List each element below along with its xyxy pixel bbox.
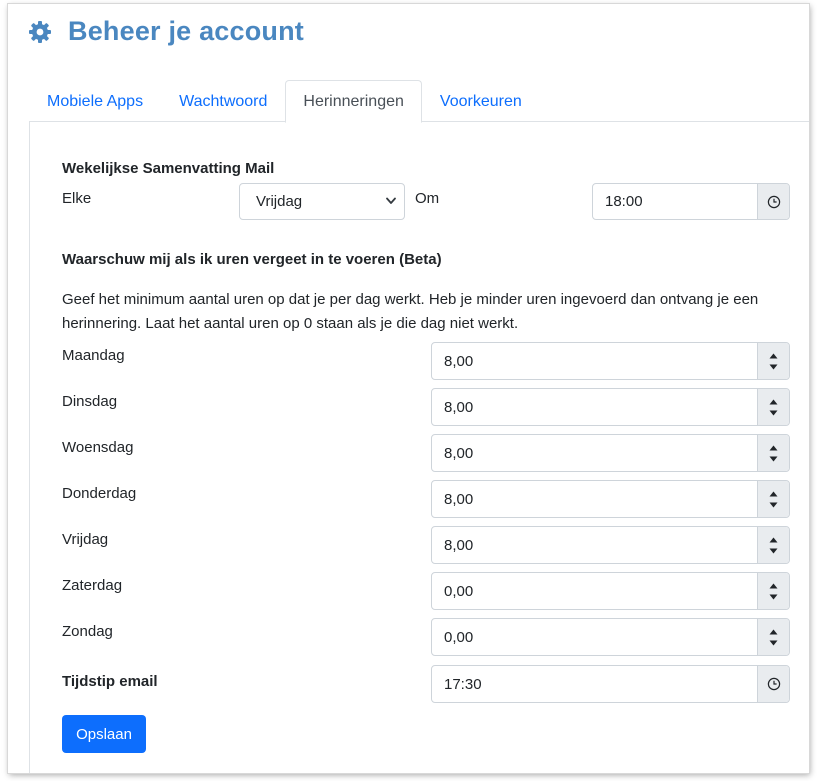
spin-down-icon xyxy=(769,640,778,645)
hours-input-zaterdag[interactable]: 0,00 xyxy=(431,572,790,610)
spin-up-icon xyxy=(769,399,778,404)
spinner-arrows-icon[interactable] xyxy=(757,573,789,609)
tab-wachtwoord[interactable]: Wachtwoord xyxy=(161,80,285,122)
tab-mobiele-apps[interactable]: Mobiele Apps xyxy=(29,80,161,122)
spinner-arrows-icon[interactable] xyxy=(757,527,789,563)
spin-down-icon xyxy=(769,364,778,369)
page-header: Beheer je account xyxy=(28,16,304,47)
spinner-arrows-icon[interactable] xyxy=(757,619,789,655)
hours-value: 8,00 xyxy=(444,444,474,462)
spin-down-icon xyxy=(769,456,778,461)
tab-panel-herinneringen: Wekelijkse Samenvatting Mail Elke Vrijda… xyxy=(29,122,809,773)
spinner-arrows-icon[interactable] xyxy=(757,481,789,517)
spin-down-icon xyxy=(769,410,778,415)
spin-up-icon xyxy=(769,445,778,450)
hours-input-maandag[interactable]: 8,00 xyxy=(431,342,790,380)
warn-heading-main: Waarschuw mij als ik uren vergeet in te … xyxy=(62,251,395,268)
spinner-arrows-icon[interactable] xyxy=(757,343,789,379)
hours-value: 8,00 xyxy=(444,398,474,416)
hours-value: 0,00 xyxy=(444,582,474,600)
spinner-arrows-icon[interactable] xyxy=(757,435,789,471)
gear-icon xyxy=(29,20,51,43)
day-label-donderdag: Donderdag xyxy=(62,485,137,502)
every-label: Elke xyxy=(62,190,92,207)
spin-down-icon xyxy=(769,548,778,553)
weekly-time-field[interactable]: 18:00 xyxy=(592,183,790,220)
hours-input-zondag[interactable]: 0,00 xyxy=(431,618,790,656)
hours-input-vrijdag[interactable]: 8,00 xyxy=(431,526,790,564)
page-title: Beheer je account xyxy=(68,16,304,46)
tab-voorkeuren[interactable]: Voorkeuren xyxy=(422,80,540,122)
spin-up-icon xyxy=(769,491,778,496)
tab-herinneringen[interactable]: Herinneringen xyxy=(285,80,422,123)
day-label-zaterdag: Zaterdag xyxy=(62,577,123,594)
at-label: Om xyxy=(415,190,440,207)
day-label-vrijdag: Vrijdag xyxy=(62,531,109,548)
day-label-dinsdag: Dinsdag xyxy=(62,393,118,410)
email-time-value: 17:30 xyxy=(444,675,482,693)
hours-value: 8,00 xyxy=(444,490,474,508)
spin-down-icon xyxy=(769,502,778,507)
chevron-down-icon xyxy=(386,197,396,204)
hours-input-woensdag[interactable]: 8,00 xyxy=(431,434,790,472)
save-button[interactable]: Opslaan xyxy=(62,715,146,753)
hours-input-dinsdag[interactable]: 8,00 xyxy=(431,388,790,426)
warn-heading-suffix: (Beta) xyxy=(399,251,442,268)
hours-value: 0,00 xyxy=(444,628,474,646)
day-label-woensdag: Woensdag xyxy=(62,439,134,456)
spin-down-icon xyxy=(769,594,778,599)
weekly-time-value: 18:00 xyxy=(605,193,643,210)
email-time-label: Tijdstip email xyxy=(62,673,158,690)
weekday-select[interactable]: Vrijdag xyxy=(239,183,405,220)
tab-bar: Mobiele Apps Wachtwoord Herinneringen Vo… xyxy=(29,80,809,123)
weekly-summary-heading: Wekelijkse Samenvatting Mail xyxy=(62,160,275,177)
clock-button[interactable] xyxy=(757,184,789,219)
email-time-field[interactable]: 17:30 xyxy=(431,665,790,703)
hours-value: 8,00 xyxy=(444,352,474,370)
spin-up-icon xyxy=(769,629,778,634)
spin-up-icon xyxy=(769,537,778,542)
hours-value: 8,00 xyxy=(444,536,474,554)
hours-input-donderdag[interactable]: 8,00 xyxy=(431,480,790,518)
window-frame: Beheer je account Mobiele Apps Wachtwoor… xyxy=(8,4,809,773)
weekday-select-value: Vrijdag xyxy=(256,193,303,210)
clock-button[interactable] xyxy=(757,666,789,702)
spinner-arrows-icon[interactable] xyxy=(757,389,789,425)
spin-up-icon xyxy=(769,353,778,358)
clock-icon xyxy=(767,195,780,208)
day-label-maandag: Maandag xyxy=(62,347,125,364)
warn-heading: Waarschuw mij als ik uren vergeet in te … xyxy=(62,251,442,268)
clock-icon xyxy=(767,677,780,691)
warn-description: Geef het minimum aantal uren op dat je p… xyxy=(62,291,759,332)
day-label-zondag: Zondag xyxy=(62,623,113,640)
spin-up-icon xyxy=(769,583,778,588)
